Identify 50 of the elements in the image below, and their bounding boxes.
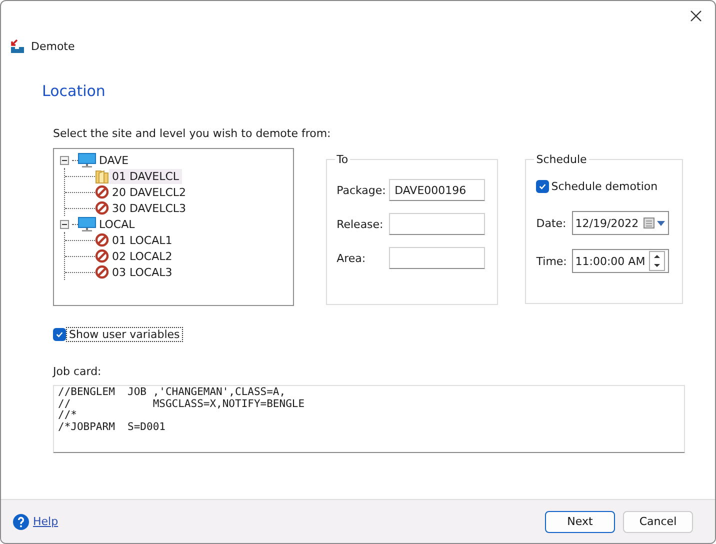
checkbox-label: Show user variables <box>67 328 182 341</box>
prohibited-icon <box>95 233 109 247</box>
prohibited-icon <box>95 265 109 279</box>
checkmark-icon <box>55 330 64 339</box>
monitor-icon <box>78 216 96 232</box>
checkmark-icon <box>538 182 548 191</box>
monitor-icon <box>78 152 96 168</box>
tree-label: Select the site and level you wish to demote from: <box>53 127 331 140</box>
tree-item[interactable]: LOCAL <box>96 216 138 232</box>
prohibited-icon <box>95 185 109 199</box>
field-label: Time: <box>536 254 568 268</box>
input-field[interactable]: DAVE000196 <box>388 179 485 201</box>
demote-icon <box>9 39 25 54</box>
help-icon <box>13 514 29 530</box>
window-title: Demote <box>31 40 75 53</box>
date-picker[interactable]: 12/19/2022 <box>572 211 670 235</box>
tree-item[interactable]: 30 DAVELCL3 <box>109 200 190 216</box>
prohibited-icon <box>95 249 109 263</box>
checkbox[interactable] <box>53 328 66 341</box>
group-title: To <box>336 153 350 166</box>
next-button[interactable]: Next <box>545 510 615 532</box>
tree-item[interactable]: 02 LOCAL2 <box>109 248 176 264</box>
collapse-icon[interactable] <box>60 220 69 228</box>
tree-item[interactable]: 03 LOCAL3 <box>109 264 176 280</box>
prohibited-icon <box>95 201 109 215</box>
group-title: Schedule <box>535 153 588 166</box>
tree-item[interactable]: DAVE <box>96 152 132 168</box>
cancel-button[interactable]: Cancel <box>623 510 693 532</box>
tree-item[interactable]: 20 DAVELCL2 <box>109 184 190 200</box>
caret-icon <box>657 220 666 226</box>
time-field[interactable]: 11:00:00 AM <box>572 249 670 273</box>
page-heading: Location <box>42 82 106 100</box>
field-label: Package: <box>336 184 387 196</box>
job-card-editor[interactable]: //BENGLEM JOB ,'CHANGEMAN',CLASS=A, // MSGCLASS=X,NOTIFY=BENGLE //* /*JOBPARM S=D001 <box>53 385 685 453</box>
close-button[interactable] <box>689 9 703 23</box>
folder-icon <box>95 168 109 184</box>
spinner-icon[interactable] <box>649 251 666 271</box>
input-field[interactable] <box>388 247 485 269</box>
tree-item[interactable]: 01 LOCAL1 <box>109 232 176 248</box>
tree-item[interactable]: 01 DAVELCL <box>109 168 182 184</box>
job-card-label: Job card: <box>53 365 102 378</box>
field-label: Date: <box>536 216 568 230</box>
checkbox[interactable] <box>536 180 550 193</box>
field-label: Release: <box>336 218 384 230</box>
calendar-icon <box>643 217 656 229</box>
collapse-icon[interactable] <box>60 156 69 164</box>
input-field[interactable] <box>388 213 485 235</box>
help-link[interactable]: Help <box>33 515 58 528</box>
field-label: Area: <box>336 252 367 264</box>
checkbox-label: Schedule demotion <box>551 180 658 193</box>
